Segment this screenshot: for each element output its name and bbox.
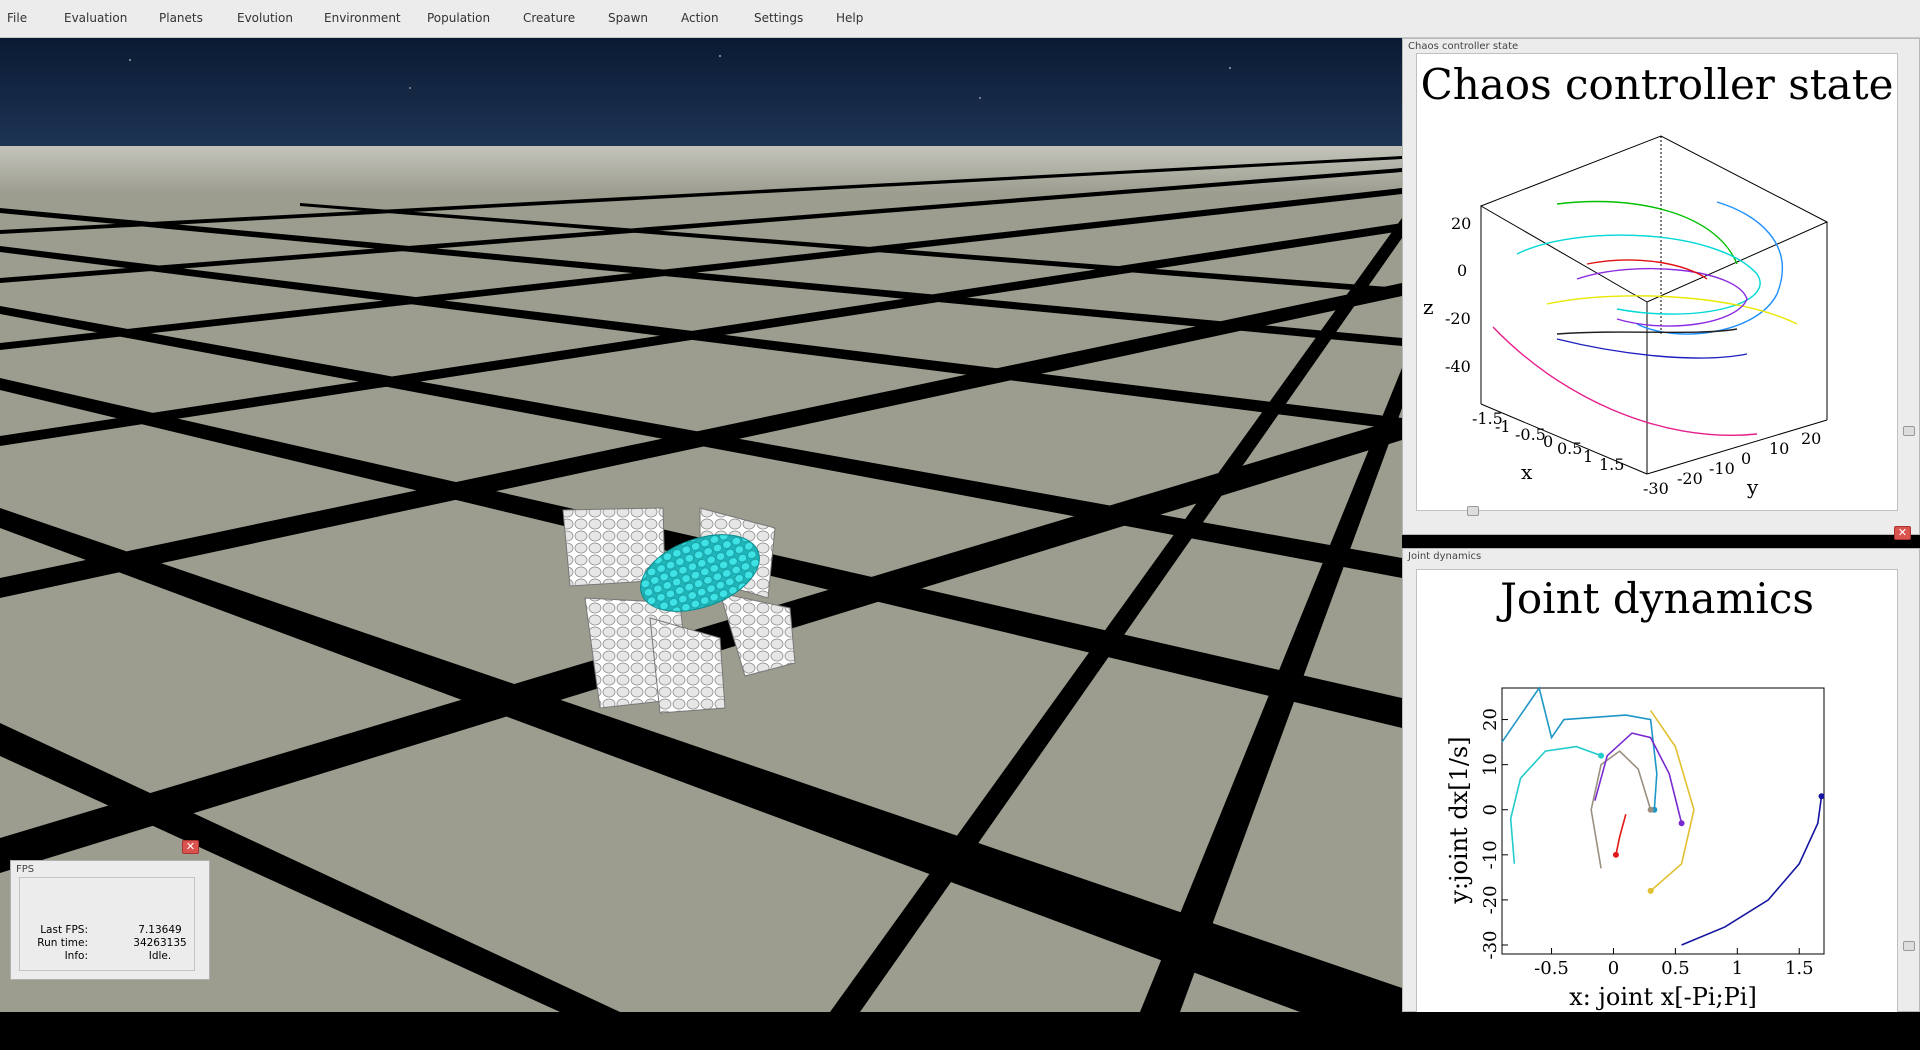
fps-label: Run time:	[37, 937, 88, 949]
menu-creature[interactable]: Creature	[523, 11, 575, 25]
chaos-3d-plot: 20 0 -20 -40 z x y -1.5 -1 -0.5 0 0.5 1 …	[1423, 135, 1829, 499]
joint-dynamics-plot: -0.5 0 0.5 1 1.5 20 10 0 -10 -20 -30 x: joint x[-P…	[1445, 686, 1825, 1011]
chaos-xtick: 1	[1583, 447, 1593, 466]
joint-xtick-label: 0	[1608, 958, 1619, 979]
joint-ytick-label: -30	[1480, 930, 1501, 959]
chaos-xtick: -1	[1495, 417, 1511, 436]
menu-action[interactable]: Action	[681, 11, 719, 25]
fps-readout: Last FPS: 7.13649 Run time: 34263135 Inf…	[19, 877, 195, 971]
joint-ylabel: y:joint dx[1/s]	[1445, 736, 1473, 904]
chaos-ztick: 0	[1457, 261, 1467, 280]
chaos-ytick: -10	[1709, 459, 1735, 478]
chaos-ztick: -20	[1445, 309, 1471, 328]
joint-ytick-label: -20	[1480, 885, 1501, 914]
menu-population[interactable]: Population	[427, 11, 490, 25]
chaos-ytick: 0	[1741, 449, 1751, 468]
joint-xtick-label: 1.5	[1785, 958, 1814, 979]
joint-series-endpoint	[1647, 806, 1654, 813]
fps-label: Last FPS:	[40, 924, 88, 936]
chaos-xlabel: x	[1521, 460, 1533, 484]
joint-ytick-label: 20	[1480, 708, 1501, 731]
chaos-ztick: -40	[1445, 357, 1471, 376]
joint-dynamics-panel: Joint dynamics Joint dynamics -0.5 0 0.5 1 1…	[1402, 548, 1920, 1013]
chaos-ytick: 10	[1769, 439, 1789, 458]
menu-bar: File Evaluation Planets Evolution Enviro…	[0, 0, 1920, 38]
chaos-side-handle[interactable]	[1903, 426, 1915, 436]
joint-series-line	[1681, 796, 1823, 946]
chaos-panel-title: Chaos controller state	[1408, 41, 1519, 52]
joint-panel-title: Joint dynamics	[1408, 551, 1482, 562]
joint-series-endpoint	[1818, 793, 1825, 800]
menu-environment[interactable]: Environment	[324, 11, 401, 25]
joint-series-endpoint	[1678, 820, 1685, 827]
fps-panel: FPS Last FPS: 7.13649 Run time: 34263135…	[10, 860, 210, 980]
chaos-ytick: -30	[1643, 479, 1669, 498]
joint-series-line	[1590, 750, 1652, 869]
menu-evolution[interactable]: Evolution	[237, 11, 293, 25]
fps-value: 34263135	[133, 937, 187, 949]
menu-help[interactable]: Help	[836, 11, 863, 25]
joint-series-endpoint	[1612, 851, 1619, 858]
joint-series-line	[1594, 732, 1683, 824]
chaos-resize-handle[interactable]	[1467, 506, 1479, 516]
joint-axis-ticks: -0.5 0 0.5 1 1.5 20 10 0 -10 -20 -30	[1480, 708, 1814, 979]
fps-panel-title: FPS	[16, 864, 35, 875]
chaos-xtick: -0.5	[1515, 425, 1546, 444]
menu-evaluation[interactable]: Evaluation	[64, 11, 127, 25]
close-icon: ✕	[185, 840, 196, 853]
joint-series-group	[1501, 686, 1825, 946]
joint-series-line	[1615, 814, 1627, 855]
chaos-panel-close-button[interactable]: ✕	[1894, 526, 1911, 540]
joint-ytick-label: -10	[1480, 840, 1501, 869]
joint-series-endpoint	[1647, 887, 1654, 894]
joint-xlabel: x: joint x[-Pi;Pi]	[1569, 983, 1757, 1011]
menu-file[interactable]: File	[7, 11, 27, 25]
menu-spawn[interactable]: Spawn	[608, 11, 648, 25]
joint-series-line	[1501, 686, 1658, 810]
close-icon: ✕	[1897, 526, 1908, 539]
chaos-ytick: -20	[1677, 469, 1703, 488]
chaos-zlabel: z	[1423, 295, 1434, 319]
simulation-viewport[interactable]	[0, 38, 1402, 1012]
sky	[0, 38, 1402, 148]
joint-xtick-label: 0.5	[1661, 958, 1690, 979]
joint-series-line	[1509, 745, 1602, 864]
menu-planets[interactable]: Planets	[159, 11, 203, 25]
joint-xtick-label: -0.5	[1534, 958, 1569, 979]
fps-label: Info:	[64, 950, 88, 962]
joint-xtick-label: 1	[1732, 958, 1743, 979]
chaos-ylabel: y	[1746, 475, 1759, 499]
menu-settings[interactable]: Settings	[754, 11, 803, 25]
joint-series-endpoint	[1598, 752, 1605, 759]
joint-series-line	[1649, 710, 1695, 892]
joint-ytick-label: 0	[1480, 804, 1501, 815]
joint-plot-area: Joint dynamics -0.5 0 0.5 1 1.5 20 10 0 -10 -20 -3…	[1416, 569, 1898, 1013]
chaos-ztick: 20	[1451, 214, 1471, 233]
chaos-ytick: 20	[1801, 429, 1821, 448]
chaos-controller-panel: Chaos controller state Chaos controller …	[1402, 38, 1920, 535]
chaos-plot-area: Chaos controller state 20 0 -20 -40 z x …	[1416, 53, 1898, 511]
scene-canvas	[0, 38, 1402, 1012]
chaos-axis-ticks: 20 0 -20 -40 z x y -1.5 -1 -0.5 0 0.5 1 …	[1423, 214, 1821, 499]
joint-ytick-label: 10	[1480, 753, 1501, 776]
fps-value: 7.13649	[138, 924, 182, 936]
bottom-bar	[0, 1012, 1920, 1050]
fps-value: Idle.	[148, 950, 172, 962]
chaos-xtick: 0	[1543, 432, 1553, 451]
joint-side-handle[interactable]	[1903, 941, 1915, 951]
fps-panel-close-button[interactable]: ✕	[182, 840, 199, 854]
chaos-xtick: 0.5	[1557, 439, 1582, 458]
chaos-xtick: 1.5	[1599, 455, 1624, 474]
